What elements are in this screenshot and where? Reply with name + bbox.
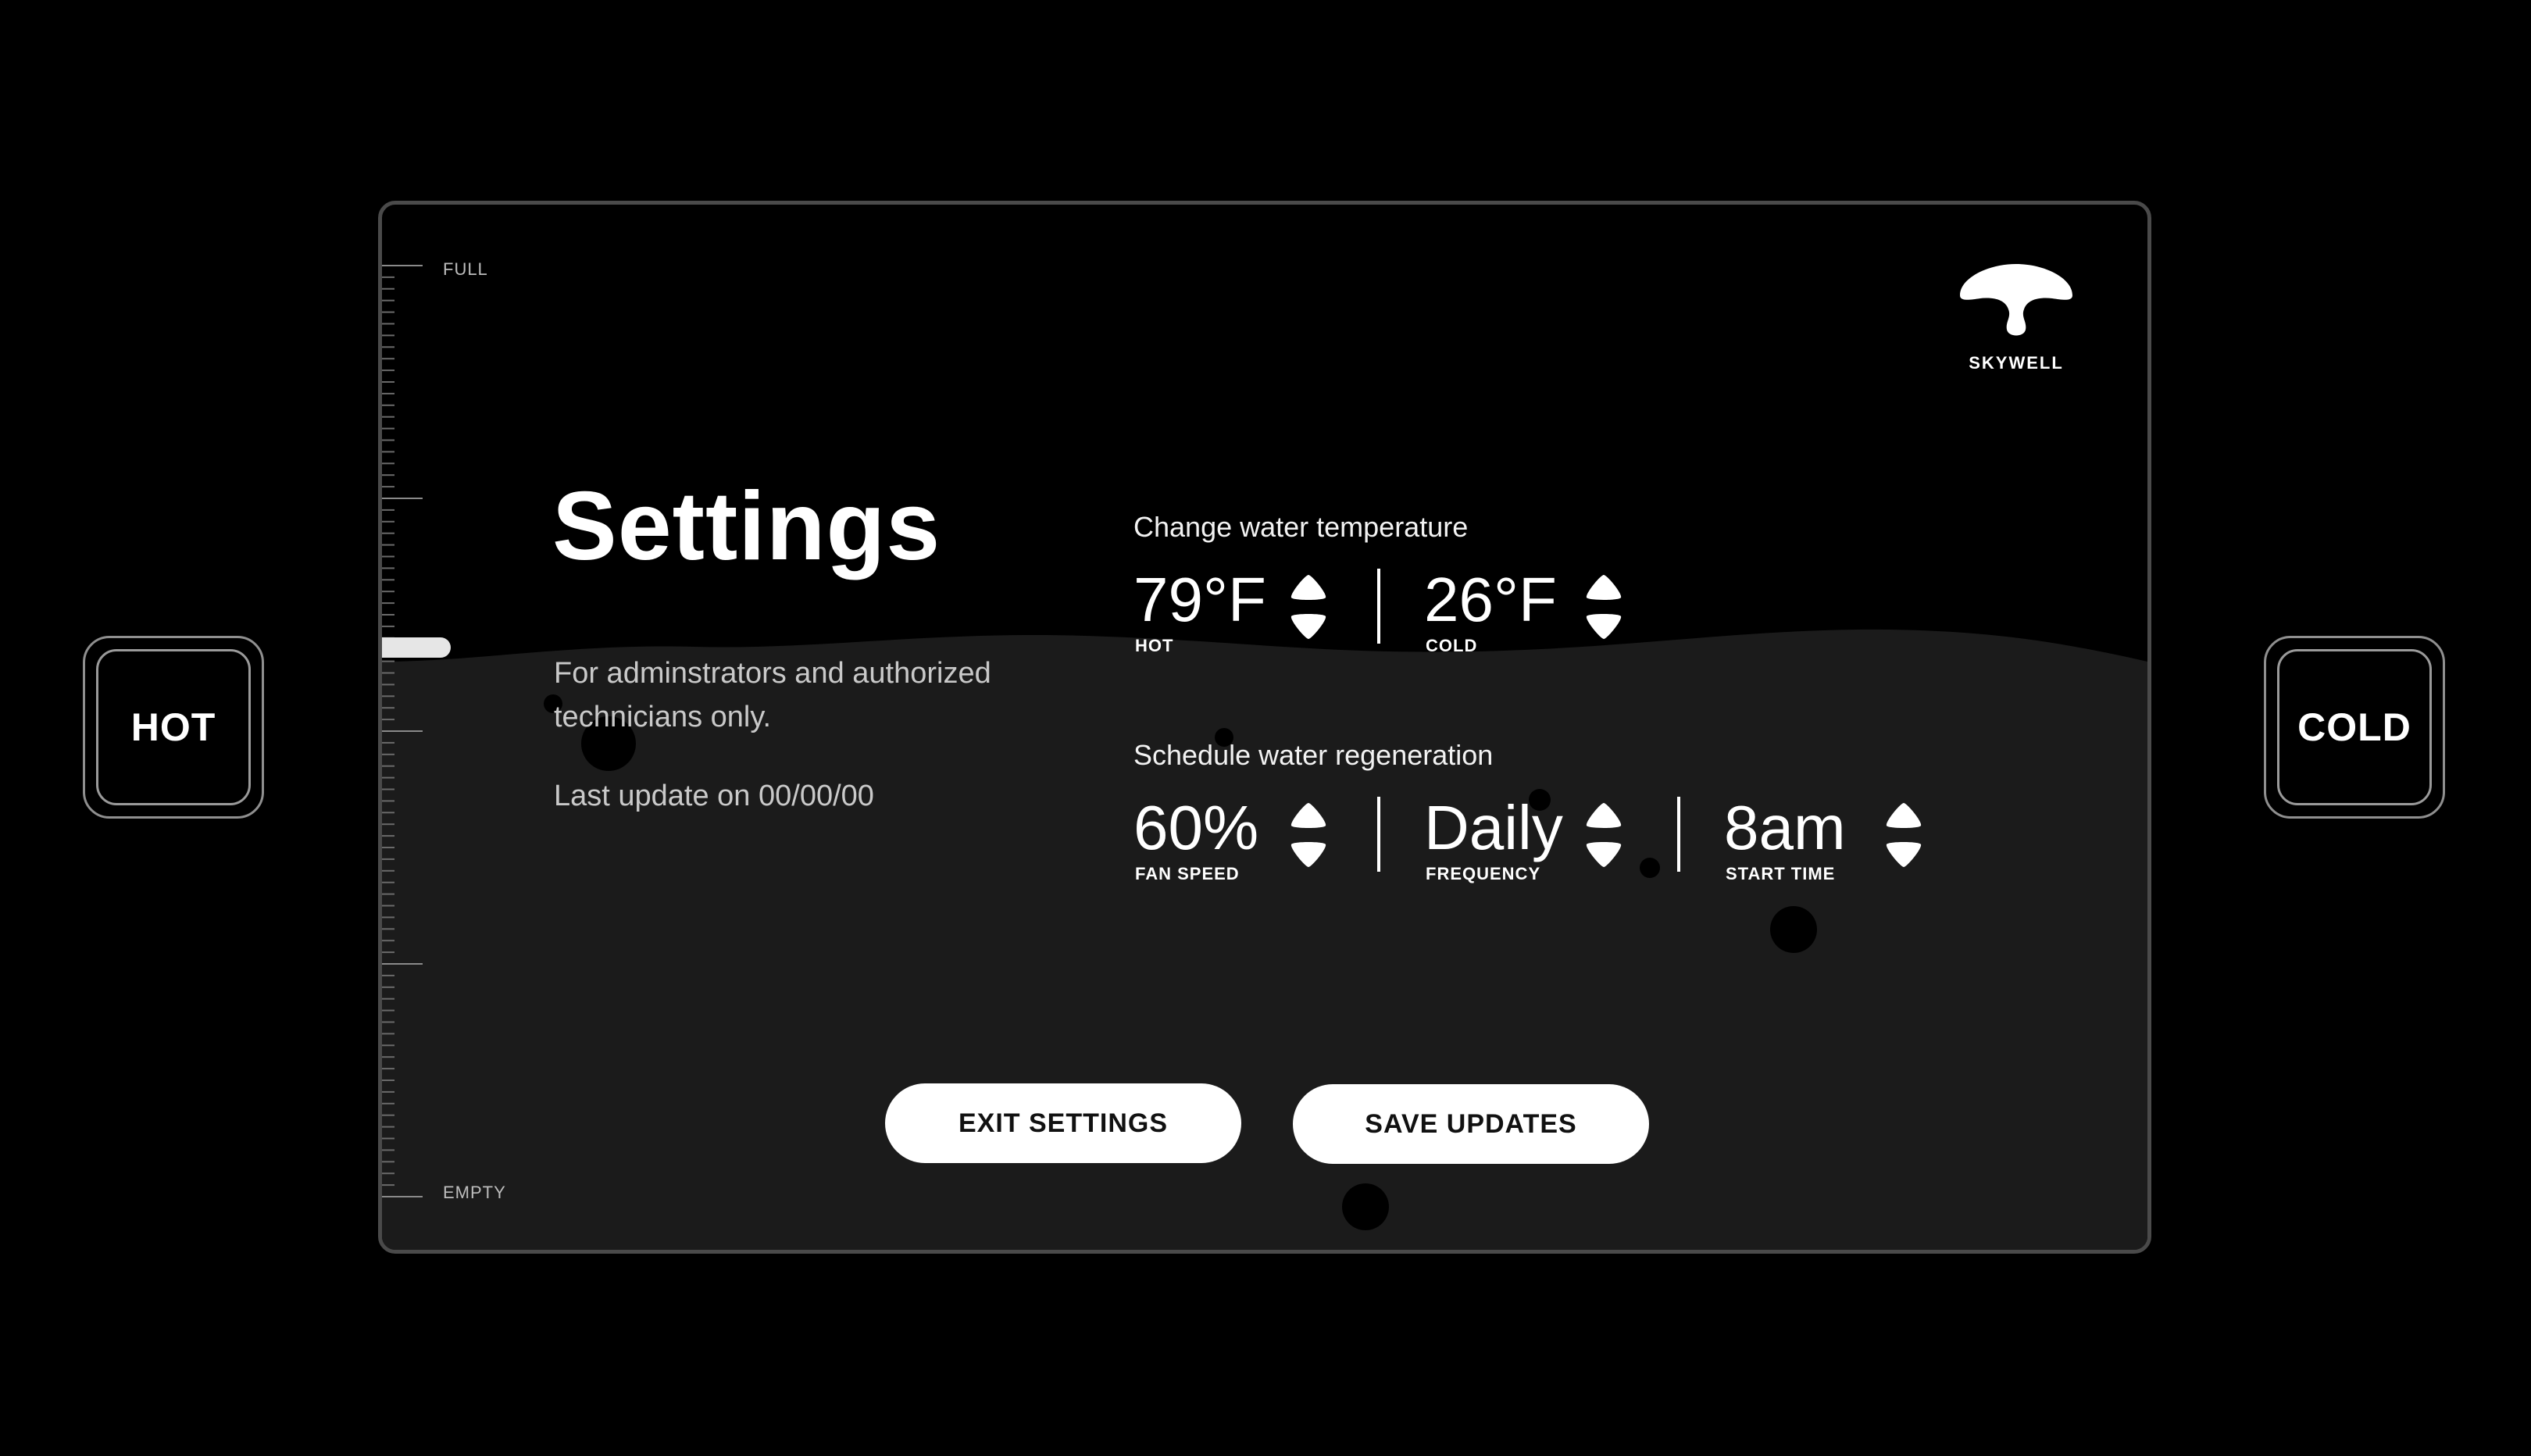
- cold-water-button[interactable]: COLD: [2264, 636, 2445, 819]
- skywell-logo: SKYWELL: [1954, 261, 2079, 373]
- hot-temperature-stepper: [1288, 573, 1329, 642]
- regeneration-divider-2: [1677, 797, 1680, 872]
- frequency-decrease-icon[interactable]: [1583, 840, 1624, 869]
- gauge-empty-label: EMPTY: [443, 1183, 506, 1202]
- start-time-value: 8am: [1724, 793, 1846, 862]
- exit-settings-button[interactable]: EXIT SETTINGS: [885, 1083, 1241, 1163]
- fan-speed-value: 60%: [1133, 793, 1259, 862]
- frequency-value: Daily: [1424, 793, 1563, 862]
- start-time-decrease-icon[interactable]: [1883, 840, 1924, 869]
- hot-temperature-decrease-icon[interactable]: [1288, 612, 1329, 641]
- start-time-caption: START TIME: [1726, 864, 1836, 883]
- start-time-setting: 8am START TIME: [1724, 797, 1943, 883]
- water-droplet: [1770, 906, 1817, 953]
- hot-button-label: HOT: [96, 649, 251, 805]
- temperature-section-title: Change water temperature: [1133, 511, 1469, 543]
- gauge-ticks: [382, 265, 423, 1197]
- fan-speed-setting: 60% FAN SPEED: [1133, 797, 1352, 883]
- cold-temperature-decrease-icon[interactable]: [1583, 612, 1624, 641]
- save-updates-button[interactable]: SAVE UPDATES: [1293, 1084, 1649, 1164]
- water-level-gauge: FULL EMPTY: [382, 205, 505, 1250]
- frequency-caption: FREQUENCY: [1426, 864, 1541, 883]
- last-update-text: Last update on 00/00/00: [554, 780, 874, 812]
- start-time-increase-icon[interactable]: [1883, 801, 1924, 830]
- display-screen: FULL EMPTY SKYWELL Settings For adminstr…: [378, 201, 2151, 1254]
- start-time-stepper: [1883, 801, 1924, 870]
- hot-temperature-increase-icon[interactable]: [1288, 573, 1329, 601]
- cold-temperature-increase-icon[interactable]: [1583, 573, 1624, 601]
- water-droplet: [1342, 1183, 1389, 1230]
- fan-speed-caption: FAN SPEED: [1135, 864, 1240, 883]
- fan-speed-increase-icon[interactable]: [1288, 801, 1329, 830]
- skywell-logo-icon: [1960, 264, 2072, 336]
- cold-temperature-caption: COLD: [1426, 636, 1478, 655]
- fan-speed-decrease-icon[interactable]: [1288, 840, 1329, 869]
- hot-temperature-value: 79°F: [1133, 565, 1266, 634]
- fan-speed-stepper: [1288, 801, 1329, 870]
- hot-water-button[interactable]: HOT: [83, 636, 264, 819]
- frequency-stepper: [1583, 801, 1624, 870]
- frequency-setting: Daily FREQUENCY: [1424, 797, 1643, 883]
- device-stage: HOT COLD FULL EMPTY SKYWELL Settings For…: [0, 0, 2531, 1456]
- cold-temperature-stepper: [1583, 573, 1624, 642]
- hot-temperature-caption: HOT: [1135, 636, 1174, 655]
- regeneration-section-title: Schedule water regeneration: [1133, 739, 1494, 771]
- hot-temperature-setting: 79°F HOT: [1133, 569, 1352, 655]
- brand-name: SKYWELL: [1969, 353, 2064, 373]
- cold-temperature-value: 26°F: [1424, 565, 1557, 634]
- water-level-indicator: [382, 637, 451, 658]
- page-title: Settings: [552, 473, 941, 580]
- page-subtitle: For adminstrators and authorized technic…: [554, 657, 991, 733]
- temperature-divider: [1377, 569, 1380, 644]
- regeneration-divider-1: [1377, 797, 1380, 872]
- gauge-full-label: FULL: [443, 259, 488, 279]
- cold-button-label: COLD: [2277, 649, 2432, 805]
- cold-temperature-setting: 26°F COLD: [1424, 569, 1643, 655]
- frequency-increase-icon[interactable]: [1583, 801, 1624, 830]
